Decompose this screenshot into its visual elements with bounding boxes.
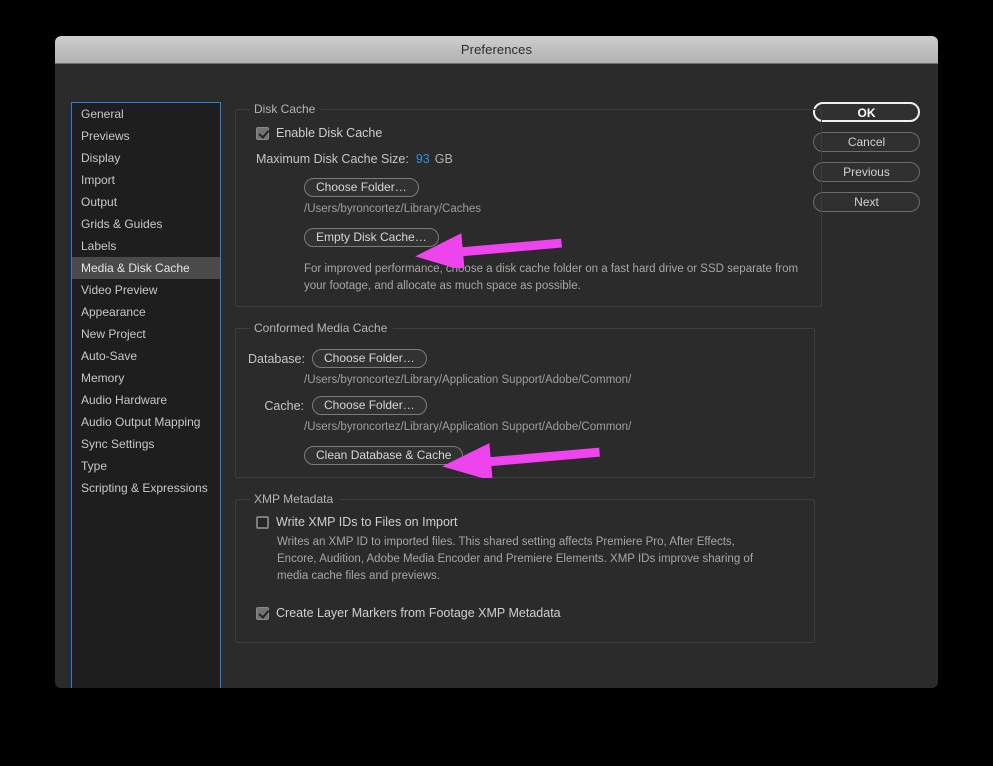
sidebar-item-audio-output-mapping[interactable]: Audio Output Mapping	[72, 411, 220, 433]
sidebar-item-sync-settings[interactable]: Sync Settings	[72, 433, 220, 455]
create-layer-markers-checkbox[interactable]	[256, 606, 269, 620]
database-choose-folder-button[interactable]: Choose Folder…	[312, 349, 427, 369]
max-disk-cache-size-row: Maximum Disk Cache Size: 93 GB	[256, 152, 809, 166]
create-layer-markers-row[interactable]: Create Layer Markers from Footage XMP Me…	[256, 606, 802, 620]
disk-cache-group: Disk Cache Enable Disk Cache Maximum Dis…	[235, 102, 822, 308]
database-path: /Users/byroncortez/Library/Application S…	[304, 374, 632, 387]
preferences-category-list[interactable]: General Previews Display Import Output Grids …	[71, 102, 221, 688]
clean-database-cache-block: Clean Database & Cache	[304, 446, 802, 466]
clean-database-and-cache-button[interactable]: Clean Database & Cache	[304, 446, 464, 466]
sidebar-item-previews[interactable]: Previews	[72, 125, 220, 147]
enable-disk-cache-label: Enable Disk Cache	[276, 126, 383, 140]
enable-disk-cache-row[interactable]: Enable Disk Cache	[256, 126, 809, 140]
sidebar-item-general[interactable]: General	[72, 103, 220, 125]
write-xmp-ids-help-text: Writes an XMP ID to imported files. This…	[277, 536, 754, 582]
database-label: Database:	[248, 351, 305, 366]
sidebar-item-audio-hardware[interactable]: Audio Hardware	[72, 389, 220, 411]
sidebar-item-appearance[interactable]: Appearance	[72, 301, 220, 323]
disk-cache-choose-folder-button[interactable]: Choose Folder…	[304, 178, 419, 197]
conformed-media-cache-legend: Conformed Media Cache	[254, 321, 388, 336]
xmp-metadata-group: XMP Metadata Write XMP IDs to Files on I…	[235, 492, 815, 644]
dialog-body: General Previews Display Import Output Grids …	[55, 64, 938, 688]
cache-row: Cache: Choose Folder…	[248, 396, 802, 416]
sidebar-item-type[interactable]: Type	[72, 455, 220, 477]
cache-label: Cache:	[264, 398, 304, 413]
max-disk-cache-size-value[interactable]: 93	[416, 152, 430, 166]
database-row: Database: Choose Folder…	[248, 349, 802, 369]
xmp-metadata-legend: XMP Metadata	[254, 492, 334, 507]
max-disk-cache-size-unit: GB	[434, 152, 453, 166]
empty-disk-cache-button[interactable]: Empty Disk Cache…	[304, 228, 439, 247]
disk-cache-folder-block: Choose Folder… /Users/byroncortez/Librar…	[304, 178, 809, 215]
disk-cache-legend: Disk Cache	[254, 102, 316, 116]
sidebar-item-import[interactable]: Import	[72, 169, 220, 191]
enable-disk-cache-checkbox[interactable]	[256, 126, 269, 140]
write-xmp-ids-label: Write XMP IDs to Files on Import	[276, 515, 458, 530]
preferences-content-panel: Disk Cache Enable Disk Cache Maximum Dis…	[235, 102, 835, 657]
max-disk-cache-size-label: Maximum Disk Cache Size:	[256, 152, 409, 166]
sidebar-item-memory[interactable]: Memory	[72, 367, 220, 389]
sidebar-item-video-preview[interactable]: Video Preview	[72, 279, 220, 301]
dialog-titlebar: Preferences	[55, 36, 938, 64]
write-xmp-ids-checkbox[interactable]	[256, 515, 269, 529]
sidebar-item-new-project[interactable]: New Project	[72, 323, 220, 345]
cache-choose-folder-button[interactable]: Choose Folder…	[312, 396, 427, 416]
write-xmp-ids-row[interactable]: Write XMP IDs to Files on Import	[256, 515, 802, 529]
dialog-title: Preferences	[460, 42, 533, 57]
disk-cache-path: /Users/byroncortez/Library/Caches	[304, 203, 482, 215]
sidebar-item-media-disk-cache[interactable]: Media & Disk Cache	[72, 257, 220, 279]
disk-cache-help-text: For improved performance, choose a disk …	[304, 263, 799, 292]
create-layer-markers-label: Create Layer Markers from Footage XMP Me…	[276, 606, 561, 621]
sidebar-item-labels[interactable]: Labels	[72, 235, 220, 257]
empty-disk-cache-block: Empty Disk Cache…	[304, 228, 809, 247]
sidebar-item-auto-save[interactable]: Auto-Save	[72, 345, 220, 367]
sidebar-item-scripting-expressions[interactable]: Scripting & Expressions	[72, 477, 220, 499]
conformed-media-cache-group: Conformed Media Cache Database: Choose F…	[235, 321, 815, 479]
preferences-dialog: Preferences General Previews Display Import…	[55, 36, 938, 688]
sidebar-item-display[interactable]: Display	[72, 147, 220, 169]
cache-path: /Users/byroncortez/Library/Application S…	[304, 421, 632, 434]
sidebar-item-output[interactable]: Output	[72, 191, 220, 213]
sidebar-item-grids-guides[interactable]: Grids & Guides	[72, 213, 220, 235]
